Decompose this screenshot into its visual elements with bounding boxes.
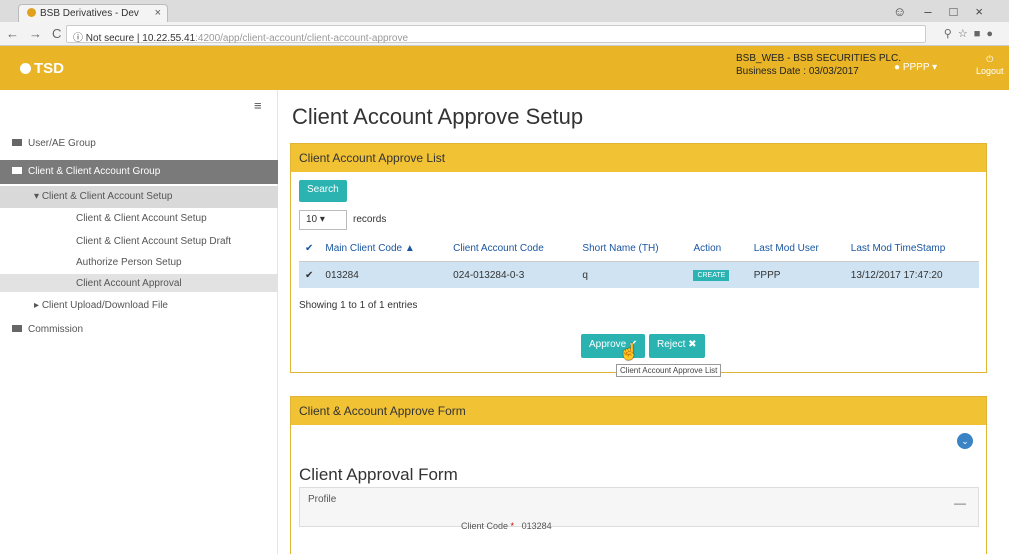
- sidebar-item-label: Client & Client Account Setup: [41, 191, 173, 202]
- select-all-checkbox[interactable]: ✔: [299, 236, 320, 262]
- user-menu[interactable]: ● PPPP ▾: [894, 62, 937, 73]
- panel-heading: Client & Account Approve Form: [291, 397, 986, 425]
- page-title: Client Account Approve Setup: [292, 104, 584, 129]
- col-main-client-code[interactable]: Main Client Code ▲: [319, 236, 448, 262]
- required-marker: *: [510, 521, 515, 531]
- sidebar-item-label: User/AE Group: [28, 138, 96, 149]
- sidebar: ≡ User/AE Group Client & Client Account …: [0, 90, 278, 554]
- app-header: TSD BSB_WEB - BSB SECURITIES PLC. Busine…: [0, 46, 1009, 90]
- business-date: Business Date : 03/03/2017: [736, 66, 859, 77]
- logo-text: TSD: [34, 60, 64, 77]
- approve-table: ✔ Main Client Code ▲ Client Account Code…: [299, 236, 979, 288]
- not-secure-label: Not secure: [85, 33, 135, 44]
- company-name: BSB_WEB - BSB SECURITIES PLC.: [736, 53, 902, 64]
- folder-open-icon: [12, 167, 22, 174]
- company-info: BSB_WEB - BSB SECURITIES PLC. Business D…: [736, 52, 901, 78]
- cell: 024-013284-0-3: [447, 261, 577, 288]
- hamburger-icon[interactable]: ≡: [254, 98, 262, 113]
- reject-label: Reject: [657, 339, 686, 350]
- sidebar-item-authorize-person[interactable]: Authorize Person Setup: [76, 257, 182, 268]
- window-controls[interactable]: ☺–□×: [893, 4, 1001, 19]
- app-logo[interactable]: TSD: [20, 60, 64, 77]
- client-code-label: Client Code: [461, 521, 509, 531]
- cell: CREATE: [687, 261, 748, 288]
- collapse-icon[interactable]: —: [954, 496, 966, 510]
- url-host: 10.22.55.41: [142, 33, 196, 44]
- logo-icon: [20, 63, 31, 74]
- table-row[interactable]: ✔ 013284 024-013284-0-3 q CREATE PPPP 13…: [299, 261, 979, 288]
- url-bar: ←→C ⓘ Not secure | 10.22.55.41:4200/app/…: [0, 22, 1009, 46]
- cell: PPPP: [747, 261, 845, 288]
- col-last-mod-user[interactable]: Last Mod User: [747, 236, 845, 262]
- sidebar-item-label: Client Upload/Download File: [41, 300, 168, 311]
- records-label: records: [353, 214, 387, 225]
- profile-label: Profile: [308, 494, 337, 505]
- col-label: Main Client Code: [325, 243, 403, 254]
- sidebar-item-upload-download[interactable]: ▸ Client Upload/Download File: [34, 300, 168, 311]
- x-icon: ✖: [688, 339, 697, 350]
- sidebar-item-label: Authorize Person Setup: [76, 257, 182, 268]
- sidebar-item-label: Client & Client Account Group: [28, 166, 161, 177]
- approve-list-panel: Client Account Approve List Search 10 ▾ …: [290, 143, 987, 377]
- col-client-account-code[interactable]: Client Account Code: [447, 236, 577, 262]
- user-name: PPPP: [902, 62, 930, 73]
- cell: q: [576, 261, 688, 288]
- sidebar-item-client-group[interactable]: Client & Client Account Group: [12, 166, 160, 177]
- panel-heading: Client Account Approve List: [291, 144, 986, 172]
- search-button[interactable]: Search: [299, 180, 347, 202]
- row-checkbox[interactable]: ✔: [299, 261, 320, 288]
- chevron-down-icon[interactable]: ⌄: [957, 433, 973, 449]
- info-icon: ⓘ: [73, 33, 83, 44]
- browser-tabbar: BSB Derivatives - Dev × ☺–□×: [0, 0, 1009, 22]
- favicon-icon: [27, 8, 36, 17]
- logout-button[interactable]: ⏻ Logout: [976, 53, 1004, 77]
- sidebar-item-user-ae-group[interactable]: User/AE Group: [12, 138, 96, 149]
- col-action[interactable]: Action: [687, 236, 748, 262]
- sidebar-item-commission[interactable]: Commission: [12, 324, 83, 335]
- hand-cursor-icon: ☝: [619, 344, 639, 361]
- folder-icon: [12, 139, 22, 146]
- page-size-value: 10: [306, 214, 318, 225]
- sort-asc-icon: ▲: [404, 243, 415, 254]
- folder-icon: [12, 325, 22, 332]
- sidebar-item-label: Client & Client Account Setup: [76, 213, 207, 224]
- nav-buttons[interactable]: ←→C: [6, 26, 71, 41]
- form-title: Client Approval Form: [299, 465, 458, 484]
- client-code-row: Client Code * 013284: [461, 521, 552, 531]
- power-icon: ⏻: [986, 54, 994, 64]
- cell: 13/12/2017 17:47:20: [844, 261, 979, 288]
- sidebar-item-client-setup[interactable]: Client & Client Account Setup: [76, 213, 207, 224]
- sidebar-item-label: Commission: [28, 324, 84, 335]
- sidebar-item-client-approval[interactable]: Client Account Approval: [76, 278, 182, 289]
- logout-label: Logout: [976, 66, 1004, 76]
- tooltip: Client Account Approve List: [616, 364, 722, 377]
- reject-button[interactable]: Reject ✖: [649, 334, 705, 358]
- sidebar-item-label: Client Account Approval: [76, 278, 182, 289]
- approve-form-panel: Client & Account Approve Form ⌄ Client A…: [290, 396, 987, 554]
- url-path: :4200/app/client-account/client-account-…: [195, 33, 409, 44]
- entries-info: Showing 1 to 1 of 1 entries: [299, 300, 418, 311]
- tab-title: BSB Derivatives - Dev: [40, 8, 139, 19]
- browser-extension-icons[interactable]: ⚲☆■●: [944, 27, 999, 40]
- page-size-select[interactable]: 10 ▾: [299, 210, 347, 230]
- browser-tab[interactable]: BSB Derivatives - Dev ×: [18, 4, 168, 22]
- sidebar-item-client-setup-parent[interactable]: ▾ Client & Client Account Setup: [34, 191, 172, 202]
- profile-section[interactable]: Profile —: [299, 487, 979, 527]
- col-short-name[interactable]: Short Name (TH): [576, 236, 688, 262]
- address-field[interactable]: ⓘ Not secure | 10.22.55.41:4200/app/clie…: [66, 25, 926, 44]
- cell: 013284: [319, 261, 448, 288]
- client-code-field[interactable]: 013284: [522, 521, 552, 531]
- close-tab-icon[interactable]: ×: [155, 7, 161, 19]
- sidebar-item-client-setup-draft[interactable]: Client & Client Account Setup Draft: [76, 236, 231, 247]
- col-last-mod-timestamp[interactable]: Last Mod TimeStamp: [844, 236, 979, 262]
- action-badge: CREATE: [693, 270, 730, 281]
- sidebar-item-label: Client & Client Account Setup Draft: [76, 236, 232, 247]
